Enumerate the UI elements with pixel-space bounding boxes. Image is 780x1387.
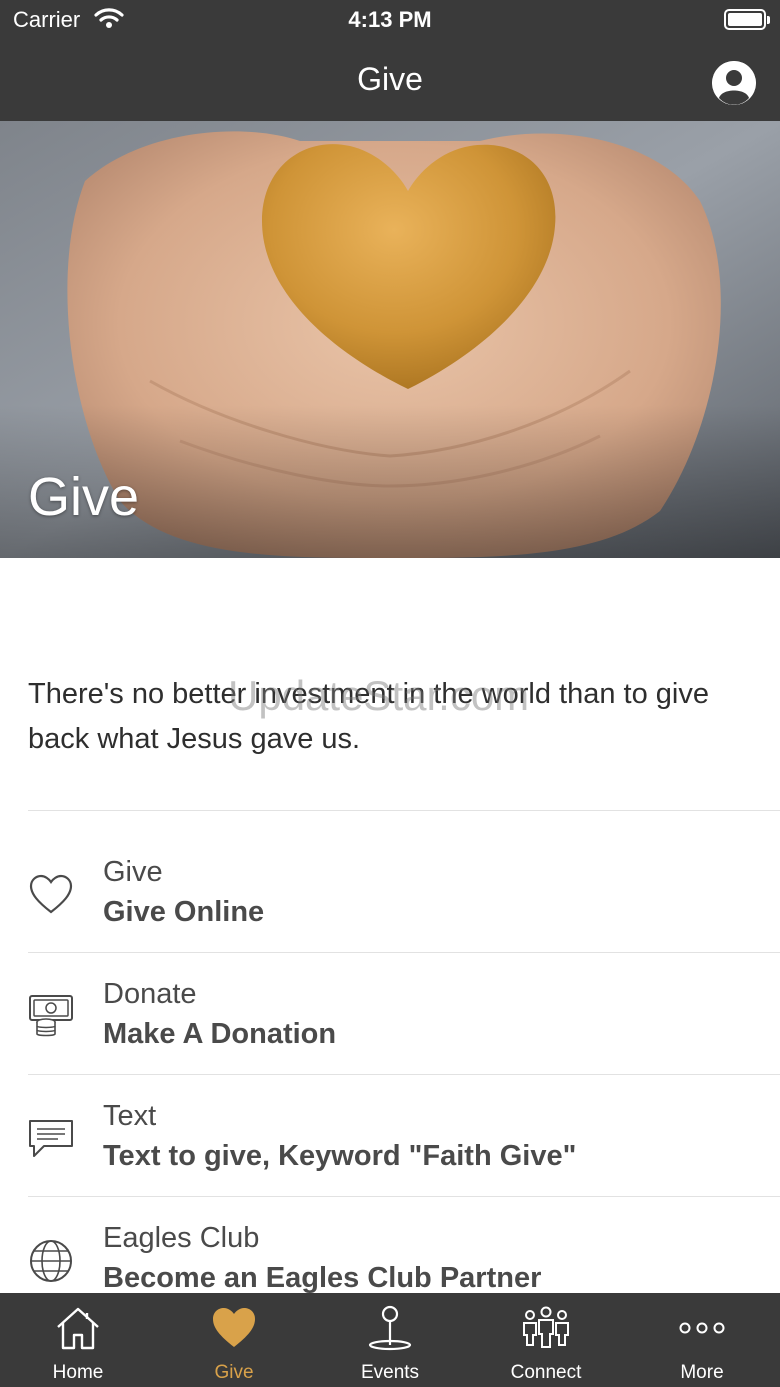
status-bar: Carrier 4:13 PM bbox=[0, 0, 780, 40]
tab-connect[interactable]: Connect bbox=[468, 1293, 624, 1387]
list-item-title: Eagles Club bbox=[103, 1222, 260, 1254]
list-item-give[interactable]: Give Give Online bbox=[0, 830, 780, 952]
tab-events[interactable]: Events bbox=[312, 1293, 468, 1387]
chat-bubble-icon bbox=[29, 1120, 73, 1157]
tab-label: More bbox=[680, 1362, 724, 1383]
more-dots-icon bbox=[679, 1322, 725, 1334]
nav-title: Give bbox=[357, 61, 423, 97]
location-pin-icon bbox=[368, 1305, 412, 1351]
tab-bar: Home Give Events Connect More bbox=[0, 1293, 780, 1387]
nav-bar: Give bbox=[0, 40, 780, 121]
list-item-subtitle: Text to give, Keyword "Faith Give" bbox=[103, 1140, 577, 1172]
tab-label: Connect bbox=[510, 1362, 582, 1383]
list-item-donate[interactable]: Donate Make A Donation bbox=[0, 952, 780, 1074]
profile-button[interactable] bbox=[712, 61, 756, 105]
list-item-subtitle: Give Online bbox=[103, 896, 265, 928]
hero-banner: Give bbox=[0, 121, 780, 558]
list-item-subtitle: Become an Eagles Club Partner bbox=[103, 1262, 542, 1294]
tab-home[interactable]: Home bbox=[0, 1293, 156, 1387]
heart-outline-icon bbox=[29, 874, 73, 914]
heart-icon bbox=[213, 1308, 255, 1347]
user-icon bbox=[712, 61, 756, 105]
list-item-title: Give bbox=[103, 856, 163, 888]
list-item-text[interactable]: Text Text to give, Keyword "Faith Give" bbox=[0, 1074, 780, 1196]
tab-more[interactable]: More bbox=[624, 1293, 780, 1387]
money-coins-icon bbox=[29, 995, 73, 1037]
list-item-title: Donate bbox=[103, 978, 197, 1010]
globe-icon bbox=[30, 1240, 72, 1282]
hero-title: Give bbox=[28, 467, 140, 527]
watermark: UpdateStar.com bbox=[228, 672, 530, 719]
tab-give[interactable]: Give bbox=[156, 1293, 312, 1387]
clock: 4:13 PM bbox=[348, 7, 432, 32]
home-icon bbox=[57, 1307, 99, 1350]
tab-label: Home bbox=[52, 1362, 104, 1383]
divider bbox=[28, 810, 780, 811]
tab-label: Events bbox=[360, 1362, 420, 1383]
tab-label: Give bbox=[214, 1362, 254, 1383]
list-item-title: Text bbox=[103, 1100, 157, 1132]
battery-icon bbox=[724, 9, 770, 30]
list-item-subtitle: Make A Donation bbox=[103, 1018, 337, 1050]
people-icon bbox=[523, 1306, 569, 1348]
